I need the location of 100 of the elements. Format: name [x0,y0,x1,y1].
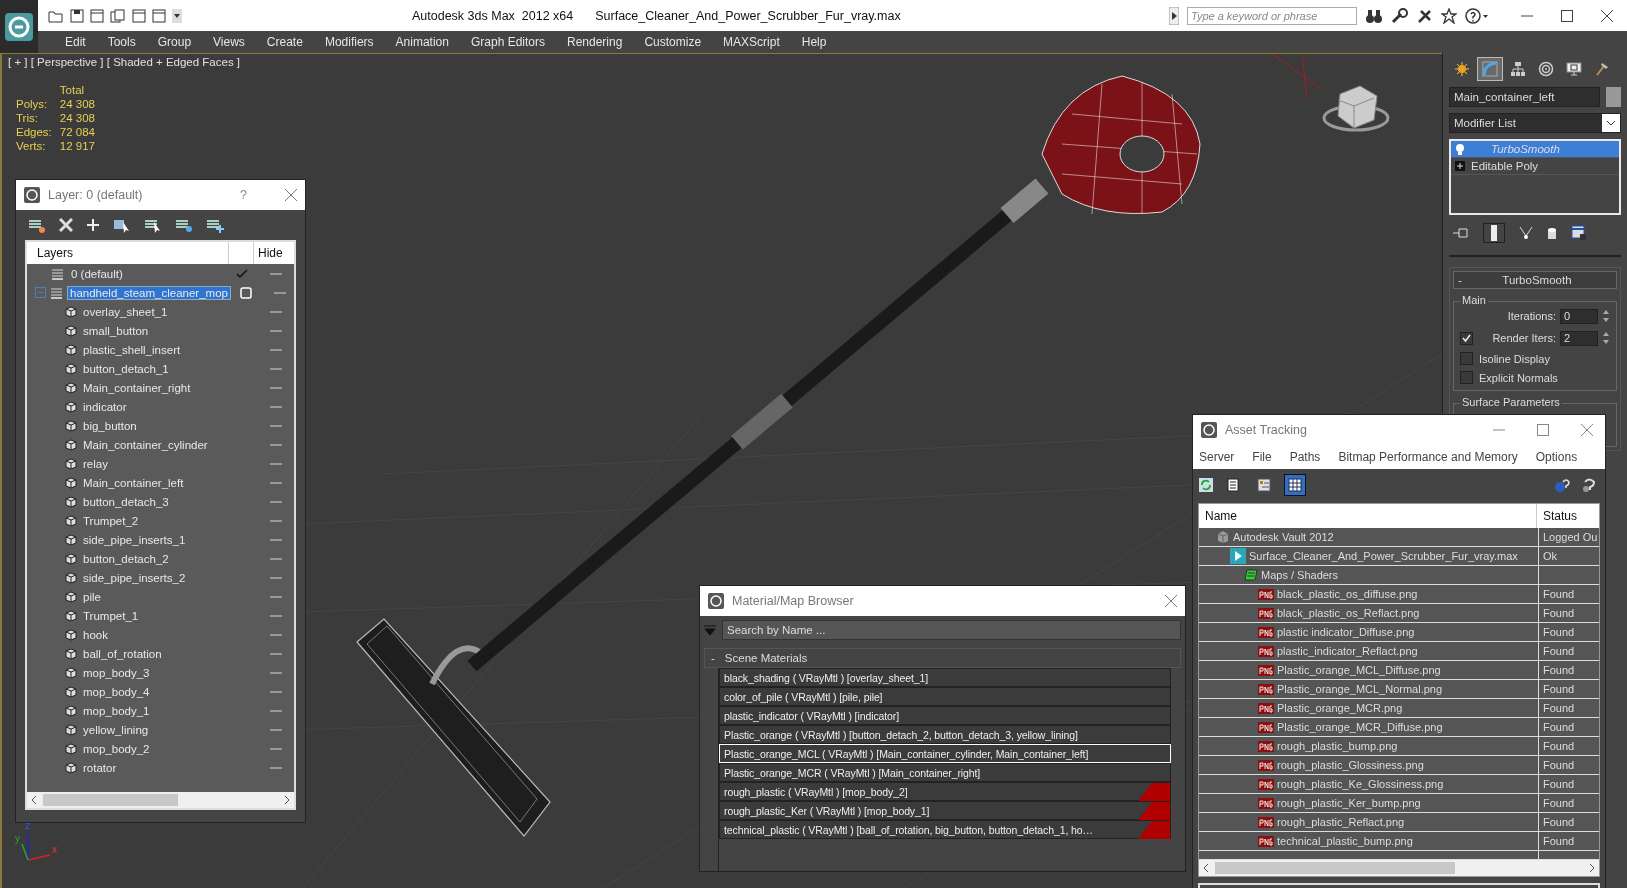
help-button[interactable]: ? [240,188,247,202]
asset-name[interactable]: Plastic_orange_MCR_Diffuse.png [1277,721,1443,733]
menu-item[interactable]: Options [1535,450,1578,464]
layer-row[interactable]: pile [27,587,294,606]
asset-name[interactable]: rough_plastic_bump.png [1277,740,1398,752]
group-header[interactable]: - Scene Materials [704,648,1181,668]
layer-row[interactable]: side_pipe_inserts_1 [27,530,294,549]
asset-name[interactable]: plastic indicator_Diffuse.png [1277,626,1415,638]
render-iters-field[interactable]: 2 [1560,330,1598,346]
layer-row[interactable]: mop_body_4 [27,682,294,701]
layer-row[interactable]: relay [27,454,294,473]
menu-item[interactable]: Customize [633,35,713,49]
material-row[interactable]: black_shading ( VRayMtl ) [overlay_sheet_1] [719,668,1171,687]
layer-row[interactable]: plastic_shell_insert [27,340,294,359]
asset-name[interactable]: Plastic_orange_MCL_Normal.png [1277,683,1443,695]
viewport-label[interactable]: [ + ] [ Perspective ] [ Shaded + Edged Faces ] [8,56,241,68]
layer-row[interactable]: handheld_steam_cleaner_mop [27,283,294,302]
menu-item[interactable]: Views [202,35,256,49]
layer-row[interactable]: button_detach_1 [27,359,294,378]
layer-row[interactable]: side_pipe_inserts_2 [27,568,294,587]
material-row[interactable]: color_of_pile ( VRayMtl ) [pile, pile] [719,687,1171,706]
checkbox[interactable] [1460,352,1473,365]
menu-item[interactable]: Server [1199,450,1235,464]
scroll-right-icon[interactable] [284,795,290,805]
menu-item[interactable]: Group [146,35,203,49]
layer-row[interactable]: mop_body_3 [27,663,294,682]
menu-item[interactable]: Create [255,35,314,49]
stack-item[interactable]: Editable Poly [1451,158,1619,175]
material-row[interactable]: technical_plastic ( VRayMtl ) [ball_of_rotation, big_button, button_detach_1, ho… [719,820,1171,839]
asset-name[interactable]: rough_plastic_Ke_Glossiness.png [1277,778,1444,790]
asset-name[interactable]: Plastic_orange_MCR.png [1277,702,1403,714]
search-field[interactable]: Search by Name ... [722,620,1181,640]
asset-name[interactable]: rough_plastic_Ker_bump.png [1277,797,1421,809]
menu-item[interactable]: Graph Editors [459,35,556,49]
asset-name[interactable]: Plastic_orange_MCL_Diffuse.png [1277,664,1441,676]
menu-item[interactable]: Bitmap Performance and Memory [1338,450,1518,464]
asset-name[interactable]: black_plastic_os_diffuse.png [1277,588,1418,600]
asset-name[interactable]: plastic_indicator_Reflact.png [1277,645,1418,657]
material-row[interactable]: Plastic_orange_MCL ( VRayMtl ) [Main_container_cylinder, Main_container_left] [719,744,1171,763]
layer-row[interactable]: mop_body_2 [27,739,294,758]
column-header[interactable]: Hide [254,246,294,260]
layer-row[interactable]: small_button [27,321,294,340]
layer-row[interactable]: 0 (default) [27,264,294,283]
layer-row[interactable]: overlay_sheet_1 [27,302,294,321]
checkbox[interactable] [1460,331,1473,345]
object-name-field[interactable]: Main_container_left [1449,87,1600,107]
checkbox-icon[interactable] [239,286,252,299]
layer-row[interactable]: rotator [27,758,294,777]
layer-row[interactable]: hook [27,625,294,644]
menu-item[interactable]: Animation [384,35,460,49]
asset-name[interactable]: technical_plastic_bump.png [1277,835,1413,847]
search-field[interactable]: Type a keyword or phrase [1187,6,1357,25]
layer-row[interactable]: Main_container_left [27,473,294,492]
app-logo-icon[interactable] [4,11,34,42]
modifier-list-dropdown[interactable]: Modifier List [1449,113,1621,133]
layer-row[interactable]: big_button [27,416,294,435]
menu-item[interactable]: Modifiers [313,35,385,49]
layer-row[interactable]: button_detach_2 [27,549,294,568]
menu-item[interactable]: Help [790,35,838,49]
layer-row[interactable]: mop_body_1 [27,701,294,720]
column-header[interactable]: Layers [27,242,229,264]
scroll-left-icon[interactable] [1203,863,1209,873]
view-button[interactable] [1284,474,1306,496]
layer-row[interactable]: Main_container_cylinder [27,435,294,454]
scroll-left-icon[interactable] [31,795,37,805]
collapse-icon[interactable] [35,287,46,298]
menu-item[interactable]: Paths [1289,450,1321,464]
layer-row[interactable]: button_detach_3 [27,492,294,511]
horizontal-scrollbar[interactable] [27,792,294,808]
menu-item[interactable]: Tools [96,35,147,49]
material-row[interactable]: plastic_indicator ( VRayMtl ) [indicator] [719,706,1171,725]
material-row[interactable]: rough_plastic_Ker ( VRayMtl ) [mop_body_1] [719,801,1171,820]
asset-name[interactable]: Maps / Shaders [1261,569,1339,581]
checkmark-icon[interactable] [236,268,248,279]
checkbox[interactable] [1460,371,1473,384]
asset-name[interactable]: Autodesk Vault 2012 [1233,531,1334,543]
layer-row[interactable]: ball_of_rotation [27,644,294,663]
menu-item[interactable]: File [1252,450,1272,464]
menu-item[interactable]: MAXScript [712,35,791,49]
layer-row[interactable]: Trumpet_1 [27,606,294,625]
viewcube-drawing[interactable] [1322,85,1390,132]
asset-name[interactable]: rough_plastic_Reflact.png [1277,816,1405,828]
layer-row[interactable]: Trumpet_2 [27,511,294,530]
asset-name[interactable]: black_plastic_os_Reflact.png [1277,607,1420,619]
menu-item[interactable]: Edit [54,35,97,49]
horizontal-scrollbar[interactable] [1199,860,1599,876]
material-row[interactable]: Plastic_orange_MCR ( VRayMtl ) [Main_container_right] [719,763,1171,782]
rollout-header[interactable]: - TurboSmooth [1453,271,1617,289]
material-row[interactable]: Plastic_orange ( VRayMtl ) [button_detach_2, button_detach_3, yellow_lining] [719,725,1171,744]
toolbar-button[interactable] [1483,223,1505,243]
stack-item[interactable]: TurboSmooth [1451,141,1619,158]
material-row[interactable]: rough_plastic ( VRayMtl ) [mop_body_2] [719,782,1171,801]
iterations-field[interactable]: 0 [1560,308,1598,324]
menu-item[interactable]: Rendering [556,35,634,49]
asset-name[interactable]: rough_plastic_Glossiness.png [1277,759,1424,771]
layer-row[interactable]: indicator [27,397,294,416]
layer-row[interactable]: Main_container_right [27,378,294,397]
layer-row[interactable]: yellow_lining [27,720,294,739]
column-header[interactable]: Status [1537,509,1599,523]
scroll-right-icon[interactable] [1589,863,1595,873]
